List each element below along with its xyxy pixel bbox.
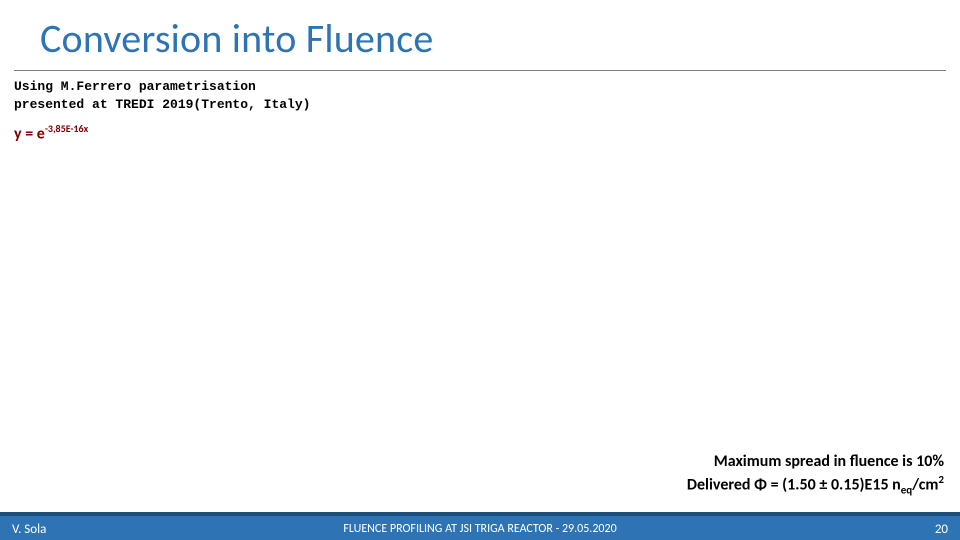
result-line-1: Maximum spread in fluence is 10%: [687, 452, 944, 473]
footer-center: FLUENCE PROFILING AT JSI TRIGA REACTOR -…: [0, 522, 960, 536]
equation-base: y = e: [14, 124, 45, 143]
result-mid: /cm: [912, 476, 938, 495]
slide-title: Conversion into Fluence: [40, 14, 433, 63]
title-underline: [14, 70, 946, 71]
footer-page-number: 20: [935, 522, 948, 537]
equation-exponent: -3,85E-16x: [45, 122, 88, 135]
equation: y = e-3,85E-16x: [14, 122, 88, 143]
param-line-2: presented at TREDI 2019(Trento, Italy): [14, 97, 310, 112]
result-text: Maximum spread in fluence is 10% Deliver…: [687, 452, 944, 498]
result-sup: 2: [938, 473, 944, 486]
result-sub: eq: [901, 484, 912, 497]
slide: Conversion into Fluence Using M.Ferrero …: [0, 0, 960, 540]
result-line-2: Delivered Φ = (1.50 ± 0.15)E15 neq/cm2: [687, 473, 944, 498]
footer-bar: V. Sola FLUENCE PROFILING AT JSI TRIGA R…: [0, 512, 960, 540]
param-line-1: Using M.Ferrero parametrisation: [14, 79, 256, 94]
result-prefix: Delivered Φ = (1.50 ± 0.15)E15 n: [687, 476, 901, 495]
parametrisation-note: Using M.Ferrero parametrisation presente…: [14, 78, 310, 113]
